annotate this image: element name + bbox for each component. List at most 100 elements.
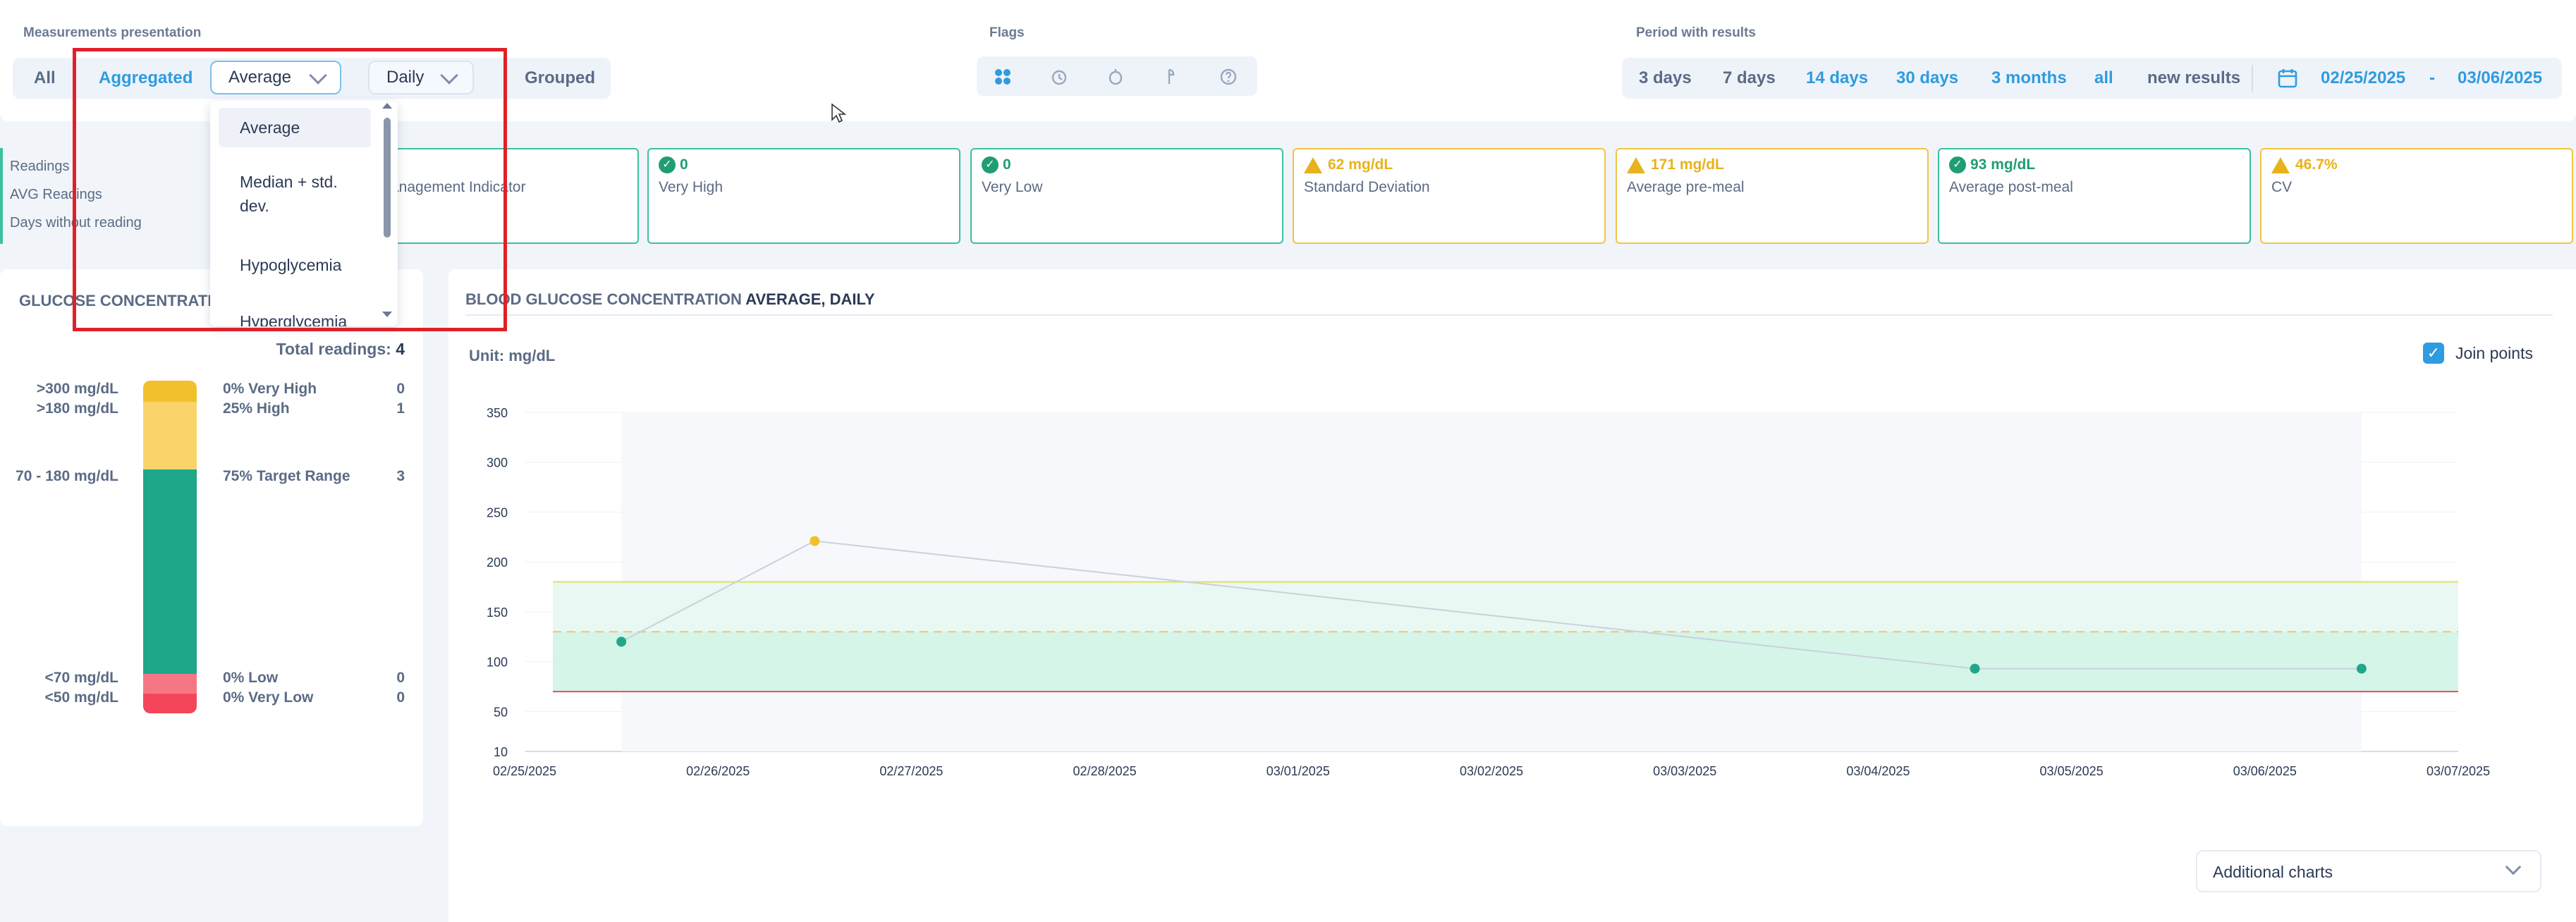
total-readings: Total readings: 4: [276, 340, 405, 359]
count-target: 3: [396, 468, 405, 484]
stat-card-value: 62 mg/dL: [1328, 156, 1393, 173]
chart-bands: [553, 412, 2458, 751]
y-ticks: 350 300 250 200 150 100 50 10: [487, 406, 508, 759]
check-icon: ✓: [1949, 156, 1966, 174]
period-14-days[interactable]: 14 days: [1806, 58, 1868, 99]
range-low: <70 mg/dL: [44, 670, 118, 686]
bar-target: [143, 469, 197, 674]
warning-icon: [2271, 156, 2290, 173]
data-point: [1970, 663, 1980, 674]
flags-title: Flags: [989, 25, 1025, 40]
x-tick-label: 03/04/2025: [1846, 764, 1910, 778]
y-tick-label: 350: [487, 406, 508, 420]
count-very-high: 0: [396, 381, 405, 397]
y-tick-label: 250: [487, 505, 508, 520]
period-segment: 3 days 7 days 14 days 30 days 3 months a…: [1622, 58, 2562, 99]
fasting-icon[interactable]: [1050, 68, 1068, 86]
count-high: 1: [396, 400, 405, 417]
total-readings-value: 4: [396, 340, 405, 358]
label-low: 0% Low: [223, 670, 279, 686]
checkbox-checked-icon[interactable]: ✓: [2423, 343, 2444, 364]
calendar-icon[interactable]: [2277, 68, 2298, 92]
title-divider: [465, 314, 2553, 316]
glucose-chart: 350 300 250 200 150 100 50 10 02/25/2025 02/26/2…: [487, 406, 2490, 778]
warning-icon: [1627, 156, 1645, 173]
pre-meal-icon[interactable]: [1106, 68, 1125, 86]
label-very-high: 0% Very High: [223, 381, 317, 397]
period-all[interactable]: all: [2094, 58, 2113, 99]
chart-title-bold: AVERAGE, DAILY: [745, 290, 875, 308]
join-points-toggle[interactable]: ✓ Join points: [2423, 343, 2533, 364]
warning-icon: [1304, 156, 1322, 173]
x-tick-label: 03/03/2025: [1653, 764, 1716, 778]
range-high: >180 mg/dL: [36, 400, 118, 417]
stat-card-cv: 46.7% CV: [2260, 148, 2573, 244]
period-3-months[interactable]: 3 months: [1991, 58, 2067, 99]
highlight-box: [73, 48, 507, 331]
additional-charts-label: Additional charts: [2213, 863, 2333, 881]
mouse-cursor-icon: [831, 103, 847, 128]
count-very-low: 0: [396, 689, 405, 706]
bar-low: [143, 674, 197, 694]
period-7-days[interactable]: 7 days: [1723, 58, 1776, 99]
stat-card-value: 0: [680, 156, 688, 173]
stat-card-very-low: ✓ 0 Very Low: [970, 148, 1283, 244]
summary-readings: Readings: [10, 159, 70, 174]
count-low: 0: [396, 670, 405, 686]
bar-very-high: [143, 381, 197, 402]
summary-accent: [0, 148, 3, 244]
y-tick-label: 100: [487, 656, 508, 670]
data-point: [616, 637, 627, 647]
chart-title: BLOOD GLUCOSE CONCENTRATION AVERAGE, DAI…: [465, 290, 875, 309]
y-tick-label: 200: [487, 555, 508, 570]
total-readings-label: Total readings:: [276, 340, 391, 358]
grouped-button[interactable]: Grouped: [525, 58, 595, 99]
range-very-low: <50 mg/dL: [44, 689, 118, 706]
check-icon: ✓: [659, 156, 676, 174]
period-title: Period with results: [1636, 25, 1756, 40]
all-button[interactable]: All: [34, 58, 56, 99]
data-point: [810, 536, 820, 546]
chart-title-prefix: BLOOD GLUCOSE CONCENTRATION: [465, 290, 746, 308]
period-3-days[interactable]: 3 days: [1639, 58, 1692, 99]
target-band-lower: [553, 632, 2458, 692]
stat-card-name: Very High: [659, 179, 724, 195]
label-target: 75% Target Range: [223, 468, 350, 484]
all-flags-icon[interactable]: [994, 68, 1012, 86]
unknown-icon[interactable]: [1219, 68, 1238, 86]
glucose-chart-panel: BLOOD GLUCOSE CONCENTRATION AVERAGE, DAI…: [448, 269, 2576, 922]
divider: [2252, 65, 2253, 92]
x-tick-label: 02/28/2025: [1073, 764, 1137, 778]
x-tick-label: 03/01/2025: [1266, 764, 1330, 778]
post-meal-icon[interactable]: [1163, 68, 1181, 86]
stat-card-std-dev: 62 mg/dL Standard Deviation: [1293, 148, 1606, 244]
period-new-results[interactable]: new results: [2147, 58, 2240, 99]
x-tick-label: 03/05/2025: [2040, 764, 2104, 778]
x-tick-label: 02/25/2025: [493, 764, 556, 778]
label-very-low: 0% Very Low: [223, 689, 314, 706]
join-points-label: Join points: [2455, 343, 2533, 362]
x-tick-label: 03/06/2025: [2233, 764, 2297, 778]
x-tick-label: 02/27/2025: [879, 764, 943, 778]
flags-segment: [977, 56, 1257, 96]
stat-card-name: CV: [2271, 179, 2293, 195]
stat-card-name: Average pre-meal: [1627, 179, 1745, 195]
label-high: 25% High: [223, 400, 290, 417]
data-point: [2356, 663, 2367, 674]
date-from[interactable]: 02/25/2025: [2321, 58, 2405, 99]
y-tick-label: 150: [487, 606, 508, 620]
period-30-days[interactable]: 30 days: [1896, 58, 1958, 99]
chart-unit: Unit: mg/dL: [469, 347, 556, 364]
bar-very-low: [143, 694, 197, 713]
stat-card-post-meal: ✓ 93 mg/dL Average post-meal: [1938, 148, 2251, 244]
stat-card-value: 0: [1003, 156, 1011, 173]
x-ticks: 02/25/2025 02/26/2025 02/27/2025 02/28/2025…: [493, 764, 2490, 778]
additional-charts-select[interactable]: Additional charts: [2196, 850, 2541, 892]
range-very-high: >300 mg/dL: [36, 381, 118, 397]
date-to[interactable]: 03/06/2025: [2458, 58, 2542, 99]
x-tick-label: 03/07/2025: [2427, 764, 2490, 778]
range-target: 70 - 180 mg/dL: [16, 468, 118, 484]
stat-card-value: 46.7%: [2295, 156, 2338, 173]
bar-high: [143, 402, 197, 469]
y-tick-label: 50: [494, 705, 508, 719]
